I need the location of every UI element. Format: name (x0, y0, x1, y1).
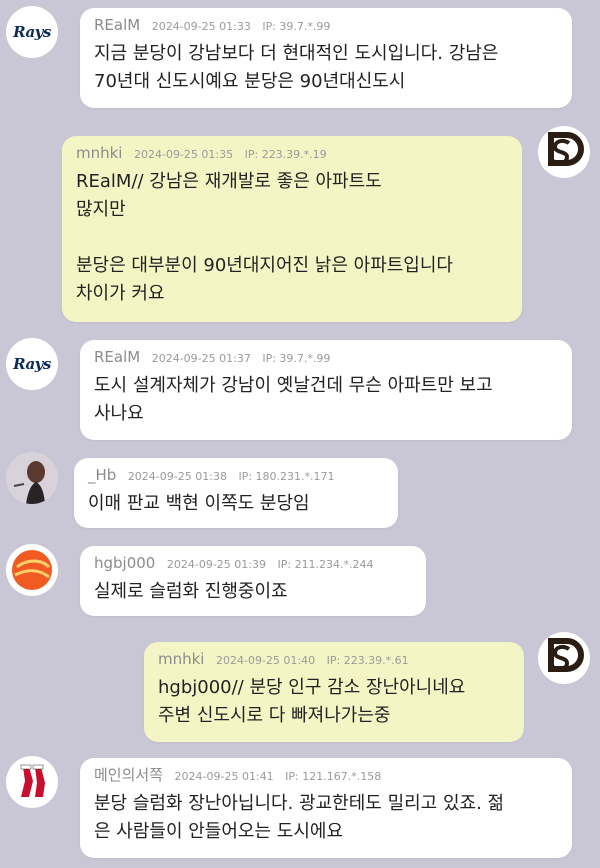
ip-address: IP: 39.7.*.99 (262, 352, 331, 365)
message-text: 실제로 슬럼화 진행중이죠 (94, 581, 288, 602)
message-bubble: mnhki 2024-09-25 01:35 IP: 223.39.*.19 R… (62, 136, 522, 322)
ip-address: IP: 223.39.*.19 (244, 148, 327, 161)
red-sox-logo-icon (20, 764, 45, 797)
message-bubble: _Hb 2024-09-25 01:38 IP: 180.231.*.171 이… (74, 458, 398, 528)
ip-address: IP: 121.167.*.158 (285, 770, 382, 783)
timestamp: 2024-09-25 01:33 (151, 20, 251, 33)
timestamp: 2024-09-25 01:37 (151, 352, 251, 365)
orange-ball-avatar[interactable] (6, 544, 58, 596)
author-nick[interactable]: 메인의서쪽 (94, 766, 163, 784)
message-meta: hgbj000 2024-09-25 01:39 IP: 211.234.*.2… (94, 556, 412, 572)
rays-avatar[interactable]: Rays (6, 6, 58, 58)
message-meta: REalM 2024-09-25 01:33 IP: 39.7.*.99 (94, 18, 558, 34)
orange-swirl-icon (12, 550, 52, 590)
red-sox-avatar[interactable] (6, 756, 58, 808)
message-bubble: 메인의서쪽 2024-09-25 01:41 IP: 121.167.*.158… (80, 758, 572, 858)
timestamp: 2024-09-25 01:35 (133, 148, 234, 161)
author-nick[interactable]: REalM (94, 348, 140, 366)
author-nick[interactable]: hgbj000 (94, 554, 155, 572)
ip-address: IP: 223.39.*.61 (326, 654, 409, 667)
ip-address: IP: 39.7.*.99 (262, 20, 331, 33)
message-meta: 메인의서쪽 2024-09-25 01:41 IP: 121.167.*.158 (94, 768, 558, 784)
ip-address: IP: 211.234.*.244 (277, 558, 374, 571)
timestamp: 2024-09-25 01:41 (174, 770, 274, 783)
message-meta: REalM 2024-09-25 01:37 IP: 39.7.*.99 (94, 350, 558, 366)
message-text: 지금 분당이 강남보다 더 현대적인 도시입니다. 강남은 70년대 신도시예요… (94, 43, 499, 92)
message-text: 분당 슬럼화 장난아닙니다. 광교한테도 밀리고 있죠. 젊 은 사람들이 안들… (94, 793, 505, 842)
message-meta: mnhki 2024-09-25 01:40 IP: 223.39.*.61 (158, 652, 510, 668)
padres-avatar[interactable] (538, 632, 590, 684)
message-bubble: hgbj000 2024-09-25 01:39 IP: 211.234.*.2… (80, 546, 426, 616)
message-meta: mnhki 2024-09-25 01:35 IP: 223.39.*.19 (76, 146, 508, 162)
rays-avatar[interactable]: Rays (6, 338, 58, 390)
message-bubble: REalM 2024-09-25 01:33 IP: 39.7.*.99 지금 … (80, 8, 572, 108)
author-nick[interactable]: _Hb (88, 466, 116, 484)
author-nick[interactable]: REalM (94, 16, 140, 34)
padres-logo-icon (548, 132, 584, 166)
rays-logo-text: Rays (13, 355, 51, 373)
message-text: 도시 설계자체가 강남이 옛날건데 무슨 아파트만 보고 사나요 (94, 375, 493, 424)
timestamp: 2024-09-25 01:39 (166, 558, 266, 571)
author-nick[interactable]: mnhki (76, 144, 122, 162)
author-nick[interactable]: mnhki (158, 650, 204, 668)
message-text: REalM// 강남은 재개발로 좋은 아파트도 많지만 분당은 대부분이 90… (76, 171, 453, 304)
user-photo-avatar[interactable] (6, 452, 58, 504)
rays-logo-text: Rays (13, 23, 51, 41)
message-text: 이매 판교 백현 이쪽도 분당임 (88, 493, 310, 514)
person-photo-icon (6, 452, 58, 504)
ip-address: IP: 180.231.*.171 (238, 470, 335, 483)
timestamp: 2024-09-25 01:40 (215, 654, 316, 667)
padres-logo-icon (548, 638, 584, 672)
message-bubble: mnhki 2024-09-25 01:40 IP: 223.39.*.61 h… (144, 642, 524, 742)
message-meta: _Hb 2024-09-25 01:38 IP: 180.231.*.171 (88, 468, 384, 484)
message-bubble: REalM 2024-09-25 01:37 IP: 39.7.*.99 도시 … (80, 340, 572, 440)
padres-avatar[interactable] (538, 126, 590, 178)
message-text: hgbj000// 분당 인구 감소 장난아니네요 주변 신도시로 다 빠져나가… (158, 677, 466, 726)
timestamp: 2024-09-25 01:38 (127, 470, 227, 483)
